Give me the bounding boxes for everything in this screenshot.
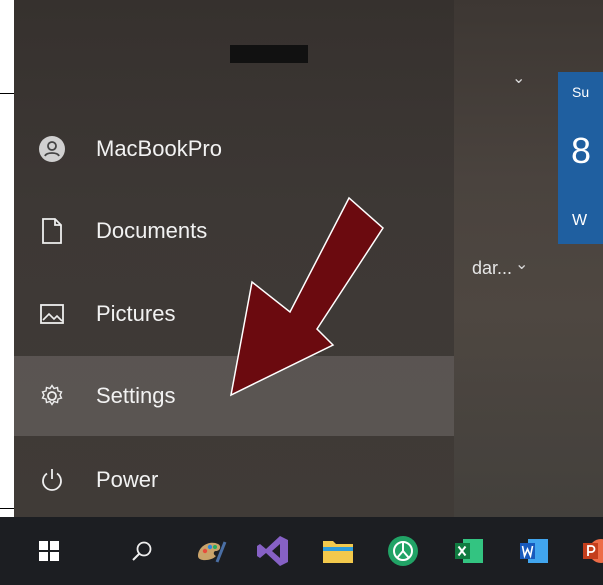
app-green-icon[interactable] bbox=[383, 531, 423, 571]
excel-icon[interactable] bbox=[449, 531, 489, 571]
paint-icon[interactable] bbox=[190, 531, 230, 571]
word-icon[interactable] bbox=[514, 531, 554, 571]
powerpoint-icon[interactable] bbox=[577, 531, 603, 571]
taskbar bbox=[0, 517, 603, 585]
annotation-arrow-icon bbox=[229, 196, 384, 397]
windows-start-icon[interactable] bbox=[29, 531, 69, 571]
file-explorer-icon[interactable] bbox=[318, 531, 358, 571]
visual-studio-icon[interactable] bbox=[253, 531, 293, 571]
search-icon[interactable] bbox=[122, 531, 162, 571]
